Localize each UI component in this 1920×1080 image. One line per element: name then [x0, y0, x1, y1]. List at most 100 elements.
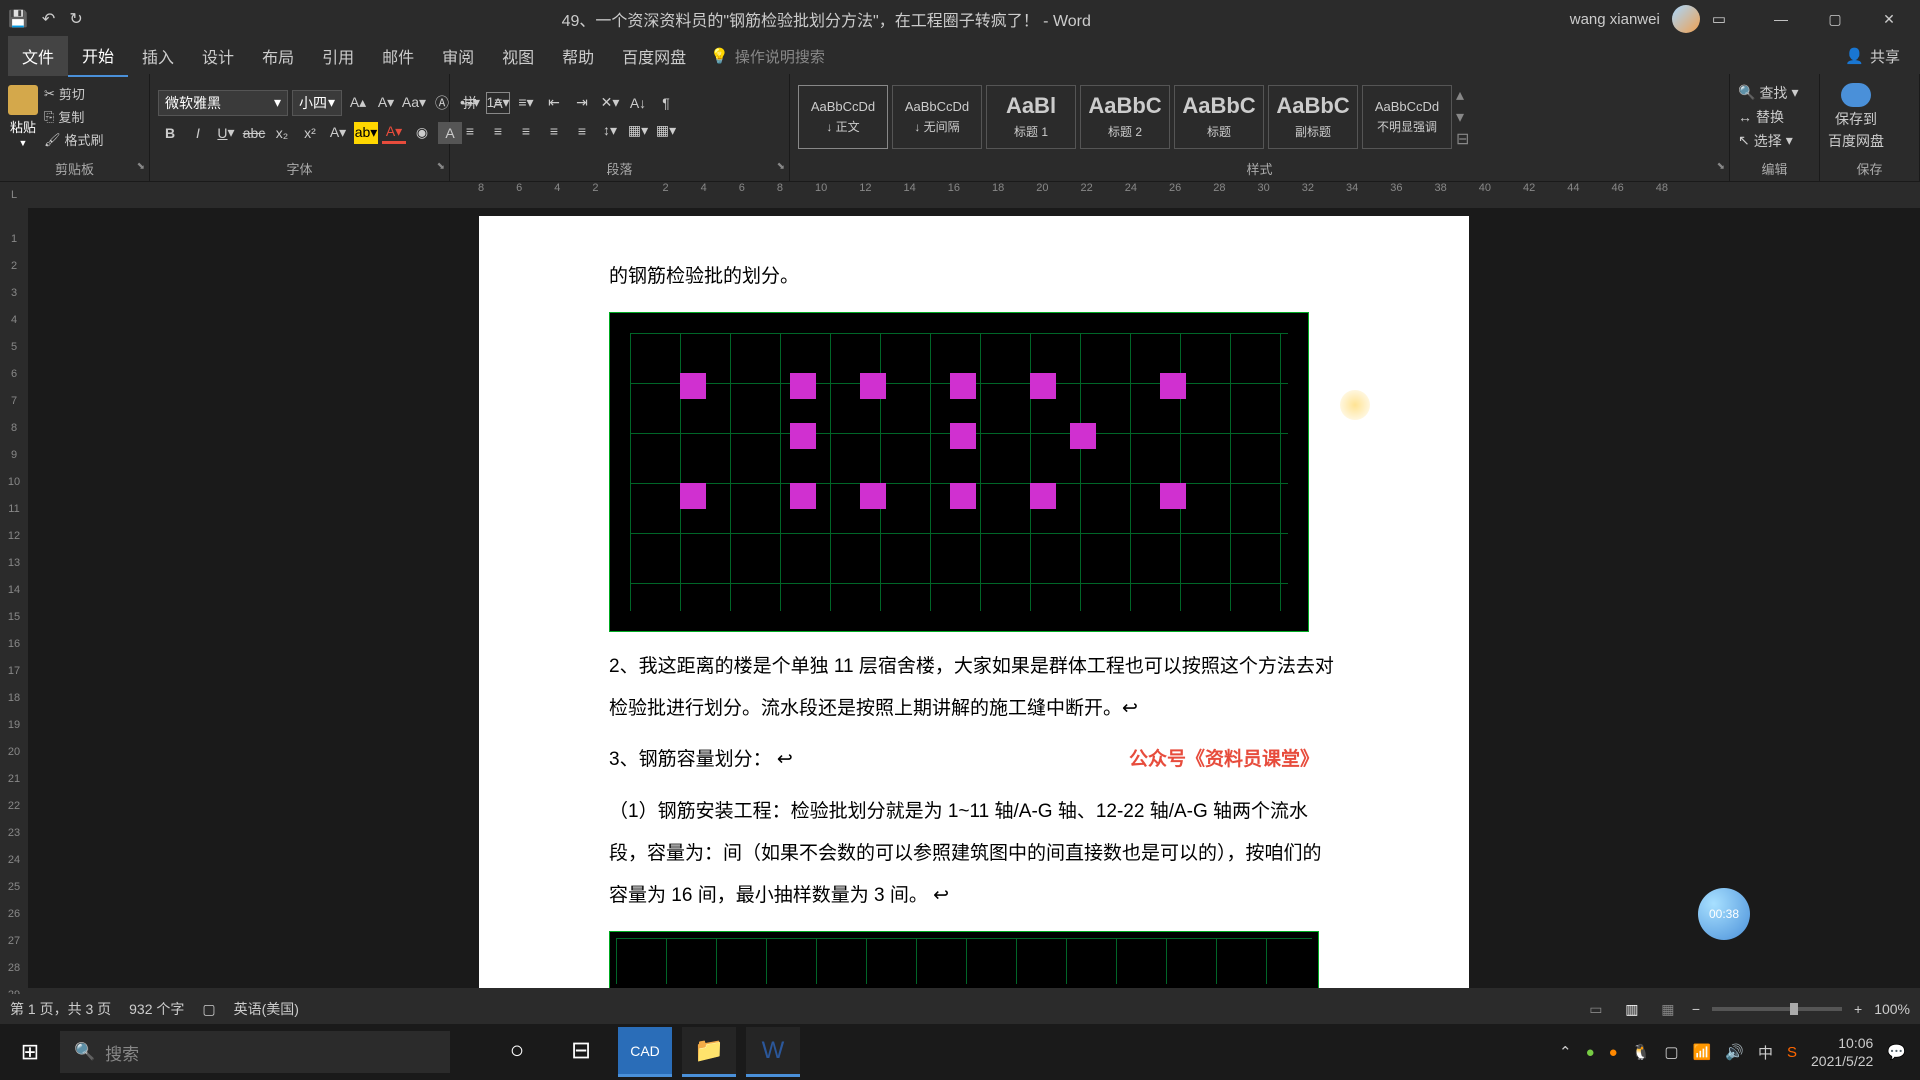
tab-layout[interactable]: 布局: [248, 36, 308, 76]
screen-recorder-bubble[interactable]: 00:38: [1698, 888, 1750, 940]
font-color-icon[interactable]: A▾: [382, 122, 406, 144]
style-item[interactable]: AaBbCcDd不明显强调: [1362, 85, 1452, 149]
ime-icon[interactable]: 中: [1758, 1042, 1773, 1063]
font-size-combo[interactable]: 小四▾: [292, 90, 342, 116]
tab-references[interactable]: 引用: [308, 36, 368, 76]
style-item[interactable]: AaBl标题 1: [986, 85, 1076, 149]
user-avatar[interactable]: [1672, 5, 1700, 33]
tab-file[interactable]: 文件: [8, 36, 68, 76]
zoom-level[interactable]: 100%: [1874, 1001, 1910, 1017]
wifi-icon[interactable]: 📶: [1693, 1043, 1712, 1061]
replace-button[interactable]: ↔替换: [1738, 107, 1798, 127]
start-button[interactable]: ⊞: [0, 1024, 60, 1080]
tab-design[interactable]: 设计: [188, 36, 248, 76]
italic-icon[interactable]: I: [186, 122, 210, 144]
language-indicator[interactable]: 英语(美国): [234, 999, 299, 1019]
tray-icon[interactable]: ▢: [1664, 1043, 1678, 1061]
maximize-button[interactable]: ▢: [1812, 4, 1858, 34]
asian-layout-icon[interactable]: ✕▾: [598, 92, 622, 114]
share-button[interactable]: 👤 共享: [1845, 46, 1912, 67]
align-left-icon[interactable]: ≡: [458, 120, 482, 142]
tab-mailings[interactable]: 邮件: [368, 36, 428, 76]
bold-icon[interactable]: B: [158, 122, 182, 144]
page-container[interactable]: 的钢筋检验批的划分。 2、我这距离的楼是个单独 11 层宿舍楼，大家如果是群体工…: [28, 208, 1920, 988]
word-app-icon[interactable]: W: [746, 1027, 800, 1077]
superscript-icon[interactable]: x²: [298, 122, 322, 144]
style-item[interactable]: AaBbCcDd↓ 无间隔: [892, 85, 982, 149]
vertical-ruler[interactable]: 1234567891011121314151617181920212223242…: [0, 208, 28, 988]
read-mode-icon[interactable]: ▭: [1584, 999, 1608, 1019]
grow-font-icon[interactable]: A▴: [346, 92, 370, 114]
ribbon-mode-icon[interactable]: ▭: [1712, 10, 1726, 28]
tray-qq-icon[interactable]: 🐧: [1632, 1043, 1651, 1061]
tab-home[interactable]: 开始: [68, 35, 128, 77]
tray-sogou-icon[interactable]: S: [1787, 1044, 1797, 1061]
style-item[interactable]: AaBbC副标题: [1268, 85, 1358, 149]
justify-icon[interactable]: ≡: [542, 120, 566, 142]
paste-button[interactable]: 粘贴 ▼: [8, 85, 38, 148]
word-count[interactable]: 932 个字: [129, 999, 184, 1019]
zoom-in-icon[interactable]: +: [1854, 1001, 1862, 1017]
notifications-icon[interactable]: 💬: [1887, 1043, 1906, 1061]
page-indicator[interactable]: 第 1 页，共 3 页: [10, 999, 111, 1019]
copy-button[interactable]: ⎘复制: [44, 107, 104, 126]
borders-icon[interactable]: ▦▾: [654, 120, 678, 142]
tab-view[interactable]: 视图: [488, 36, 548, 76]
shading-icon[interactable]: ▦▾: [626, 120, 650, 142]
align-center-icon[interactable]: ≡: [486, 120, 510, 142]
bullets-icon[interactable]: •≡▾: [458, 92, 482, 114]
subscript-icon[interactable]: x₂: [270, 122, 294, 144]
tray-icon[interactable]: ●: [1586, 1044, 1595, 1061]
horizontal-ruler[interactable]: 8642246810121416182022242628303234363840…: [28, 182, 1920, 208]
underline-icon[interactable]: U▾: [214, 122, 238, 144]
strike-icon[interactable]: abc: [242, 122, 266, 144]
format-painter-button[interactable]: 🖌格式刷: [44, 130, 104, 149]
save-icon[interactable]: 💾: [8, 9, 28, 29]
select-button[interactable]: ↖选择▾: [1738, 131, 1798, 151]
circle-icon[interactable]: ◉: [410, 122, 434, 144]
indent-dec-icon[interactable]: ⇤: [542, 92, 566, 114]
cad-app-icon[interactable]: CAD: [618, 1027, 672, 1077]
dialog-launcher-icon[interactable]: ⬊: [137, 161, 145, 172]
sort-icon[interactable]: A↓: [626, 92, 650, 114]
tray-icon[interactable]: ●: [1609, 1044, 1618, 1061]
style-item[interactable]: AaBbC标题 2: [1080, 85, 1170, 149]
taskbar-search[interactable]: 🔍 搜索: [60, 1031, 450, 1073]
close-button[interactable]: ✕: [1866, 4, 1912, 34]
dialog-launcher-icon[interactable]: ⬊: [1717, 161, 1725, 172]
line-spacing-icon[interactable]: ↕▾: [598, 120, 622, 142]
taskbar-clock[interactable]: 10:06 2021/5/22: [1811, 1034, 1873, 1070]
tab-help[interactable]: 帮助: [548, 36, 608, 76]
text-effects-icon[interactable]: A▾: [326, 122, 350, 144]
style-item[interactable]: AaBbC标题: [1174, 85, 1264, 149]
volume-icon[interactable]: 🔊: [1725, 1043, 1744, 1061]
dialog-launcher-icon[interactable]: ⬊: [777, 161, 785, 172]
task-view-icon[interactable]: ⊟: [554, 1027, 608, 1077]
styles-more-icon[interactable]: ▴▾⊟: [1456, 85, 1476, 149]
styles-gallery[interactable]: AaBbCcDd↓ 正文AaBbCcDd↓ 无间隔AaBl标题 1AaBbC标题…: [798, 82, 1476, 152]
explorer-icon[interactable]: 📁: [682, 1027, 736, 1077]
tell-me-search[interactable]: 💡 操作说明搜索: [710, 46, 825, 67]
save-baidu-button[interactable]: 保存到 百度网盘: [1828, 83, 1884, 151]
tab-review[interactable]: 审阅: [428, 36, 488, 76]
redo-icon[interactable]: ↻: [69, 9, 82, 29]
tray-chevron-icon[interactable]: ⌃: [1559, 1043, 1572, 1061]
cut-button[interactable]: ✂剪切: [44, 84, 104, 103]
zoom-slider[interactable]: [1712, 1007, 1842, 1011]
print-layout-icon[interactable]: ▥: [1620, 999, 1644, 1019]
dialog-launcher-icon[interactable]: ⬊: [437, 161, 445, 172]
style-item[interactable]: AaBbCcDd↓ 正文: [798, 85, 888, 149]
font-name-combo[interactable]: 微软雅黑▾: [158, 90, 288, 116]
tab-baidu[interactable]: 百度网盘: [608, 36, 700, 76]
indent-inc-icon[interactable]: ⇥: [570, 92, 594, 114]
spell-check-icon[interactable]: ▢: [202, 1001, 215, 1018]
shrink-font-icon[interactable]: A▾: [374, 92, 398, 114]
find-button[interactable]: 🔍查找▾: [1738, 83, 1798, 103]
undo-icon[interactable]: ↶: [42, 9, 55, 29]
multilevel-icon[interactable]: ≡▾: [514, 92, 538, 114]
web-layout-icon[interactable]: ▦: [1656, 999, 1680, 1019]
numbering-icon[interactable]: 1≡▾: [486, 92, 510, 114]
minimize-button[interactable]: —: [1758, 4, 1804, 34]
zoom-out-icon[interactable]: −: [1692, 1001, 1700, 1017]
highlight-icon[interactable]: ab▾: [354, 122, 378, 144]
